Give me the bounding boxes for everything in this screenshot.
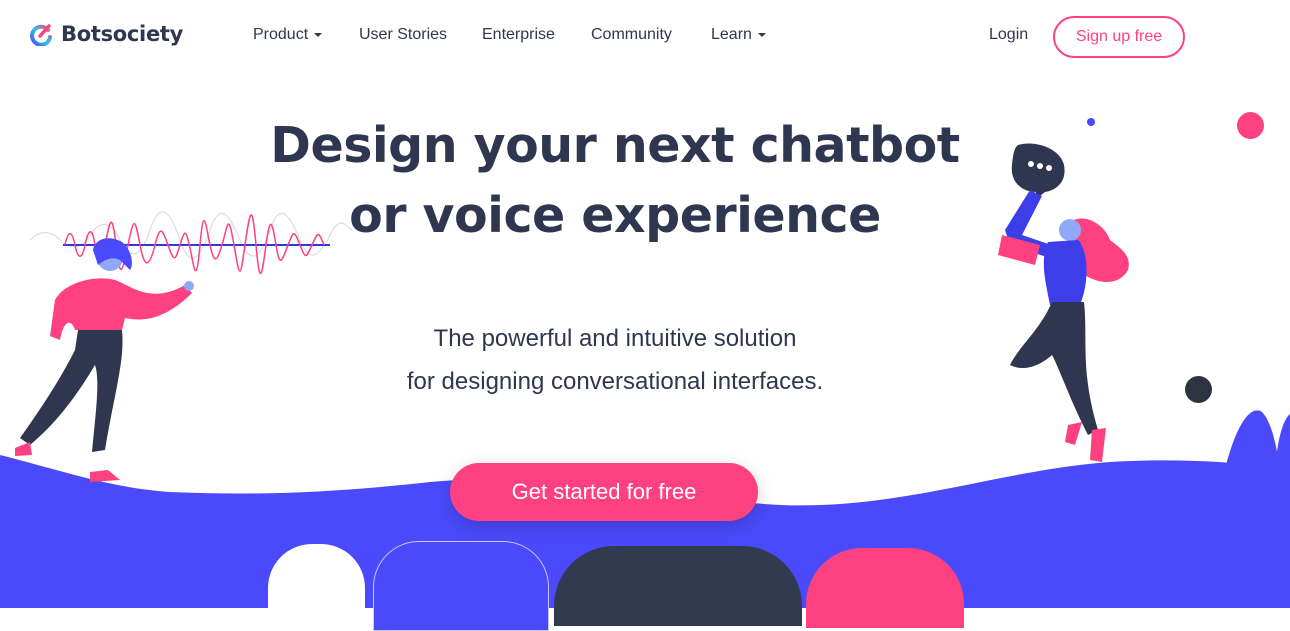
logo-link[interactable]: Botsociety — [29, 22, 183, 46]
nav-item-community[interactable]: Community — [591, 26, 672, 44]
nav-item-label: Community — [591, 26, 672, 43]
sign-up-button[interactable]: Sign up free — [1053, 16, 1185, 58]
chat-illustration — [998, 143, 1129, 462]
brand-name: Botsociety — [61, 22, 184, 46]
nav-item-user-stories[interactable]: User Stories — [359, 26, 447, 44]
nav-item-label: Enterprise — [482, 26, 555, 43]
nav-item-product[interactable]: Product — [253, 26, 323, 44]
botsociety-logo-icon — [30, 24, 52, 46]
site-header: Botsociety Product User Stories Enterpri… — [0, 0, 1290, 72]
decorative-card-pink — [806, 548, 964, 628]
decorative-card-dark — [554, 546, 802, 626]
login-link[interactable]: Login — [989, 26, 1028, 44]
hero-headline-line-2: or voice experience — [349, 187, 881, 244]
caret-down-icon — [314, 33, 323, 37]
decorative-dot-pink — [1237, 112, 1264, 139]
hero-subtitle-line-2: for designing conversational interfaces. — [406, 368, 824, 395]
nav-item-learn[interactable]: Learn — [711, 26, 766, 44]
decorative-card-outline — [373, 541, 549, 631]
hero-subtitle-line-1: The powerful and intuitive solution — [433, 325, 797, 352]
hero-headline-line-1: Design your next chatbot — [270, 117, 960, 174]
nav-item-label: Product — [253, 26, 309, 43]
nav-item-label: Learn — [711, 26, 752, 43]
decorative-card-white — [268, 544, 365, 624]
caret-down-icon — [757, 33, 766, 37]
nav-item-label: User Stories — [359, 26, 448, 43]
get-started-button[interactable]: Get started for free — [450, 463, 758, 521]
nav-item-enterprise[interactable]: Enterprise — [482, 26, 555, 44]
